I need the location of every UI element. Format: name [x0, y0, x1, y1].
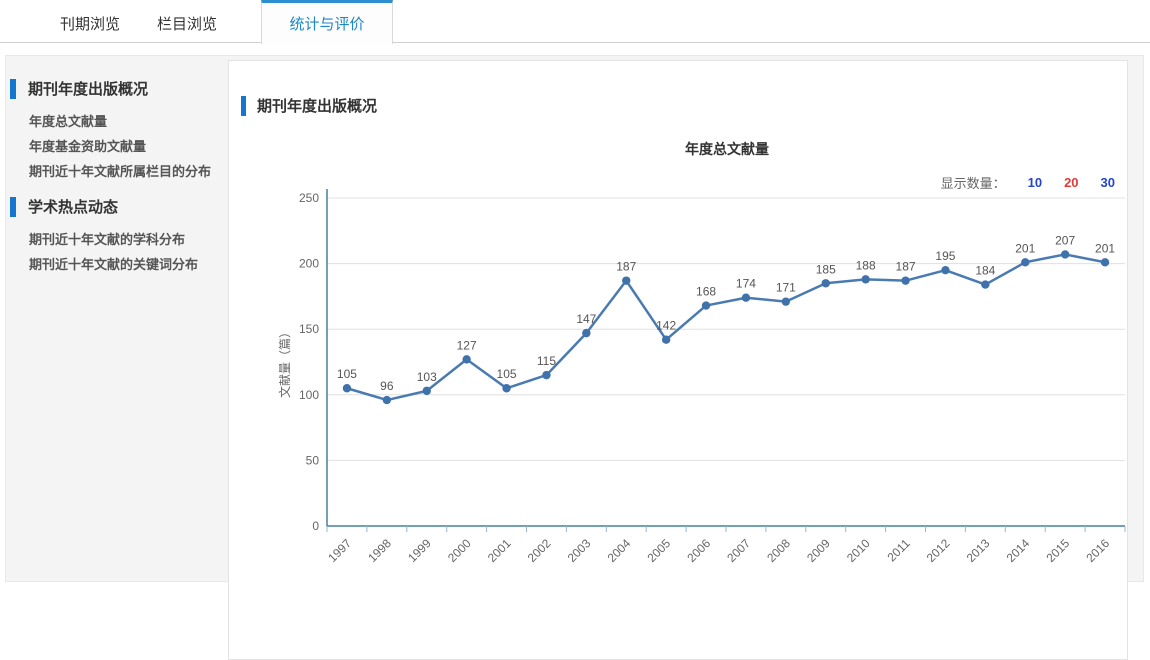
- display-count-option-10[interactable]: 10: [1028, 175, 1042, 190]
- data-point[interactable]: [1101, 258, 1109, 266]
- point-value-label: 127: [457, 338, 477, 352]
- point-value-label: 174: [736, 277, 756, 291]
- x-tick-label: 2009: [804, 536, 833, 565]
- x-tick-label: 2015: [1043, 536, 1072, 565]
- x-tick-label: 2003: [565, 536, 594, 565]
- y-tick-label: 100: [299, 388, 319, 402]
- y-axis-title: 文献量（篇）: [277, 326, 292, 398]
- tab-issue-browse[interactable]: 刊期浏览: [60, 13, 120, 34]
- data-point[interactable]: [1021, 258, 1029, 266]
- blue-bar-icon: [10, 197, 16, 217]
- point-value-label: 187: [616, 260, 636, 274]
- x-tick-label: 2002: [525, 536, 554, 565]
- sidebar-item-subject-distribution[interactable]: 期刊近十年文献的学科分布: [6, 227, 228, 252]
- sidebar-item-annual-funded-documents[interactable]: 年度基金资助文献量: [6, 134, 228, 159]
- data-point[interactable]: [782, 297, 790, 305]
- point-value-label: 96: [380, 379, 394, 393]
- data-point[interactable]: [981, 280, 989, 288]
- data-point[interactable]: [462, 355, 470, 363]
- point-value-label: 142: [656, 319, 676, 333]
- content-wrapper: 期刊年度出版概况 年度总文献量 年度基金资助文献量 期刊近十年文献所属栏目的分布…: [5, 55, 1144, 582]
- top-tab-bar: 刊期浏览 栏目浏览: [0, 0, 1150, 43]
- data-point[interactable]: [702, 301, 710, 309]
- y-tick-label: 50: [306, 453, 320, 467]
- sidebar-section-title: 期刊年度出版概况: [28, 78, 148, 99]
- data-point[interactable]: [742, 294, 750, 302]
- blue-bar-icon: [10, 79, 16, 99]
- x-tick-label: 1998: [365, 536, 394, 565]
- point-value-label: 147: [576, 312, 596, 326]
- data-point[interactable]: [822, 279, 830, 287]
- data-point[interactable]: [423, 387, 431, 395]
- x-tick-label: 2000: [445, 536, 474, 565]
- y-tick-label: 150: [299, 322, 319, 336]
- sidebar-gap: [6, 184, 228, 196]
- section-title: 期刊年度出版概况: [241, 95, 377, 116]
- data-point[interactable]: [542, 371, 550, 379]
- display-count-option-20[interactable]: 20: [1064, 175, 1078, 190]
- display-count-option-30[interactable]: 30: [1101, 175, 1115, 190]
- point-value-label: 105: [337, 367, 357, 381]
- x-tick-label: 2010: [844, 536, 873, 565]
- x-tick-label: 1999: [405, 536, 434, 565]
- point-value-label: 207: [1055, 233, 1075, 247]
- x-tick-label: 2001: [485, 536, 514, 565]
- point-value-label: 195: [935, 249, 955, 263]
- data-point[interactable]: [1061, 250, 1069, 258]
- data-point[interactable]: [383, 396, 391, 404]
- x-tick-label: 2008: [764, 536, 793, 565]
- x-tick-label: 2006: [684, 536, 713, 565]
- sidebar: 期刊年度出版概况 年度总文献量 年度基金资助文献量 期刊近十年文献所属栏目的分布…: [6, 56, 228, 277]
- x-tick-label: 2012: [924, 536, 953, 565]
- main-panel: 期刊年度出版概况 年度总文献量 显示数量： 10 20 30 050100150…: [228, 60, 1128, 660]
- sidebar-item-column-distribution[interactable]: 期刊近十年文献所属栏目的分布: [6, 159, 228, 184]
- x-tick-label: 2014: [1004, 536, 1033, 565]
- sidebar-item-annual-total-documents[interactable]: 年度总文献量: [6, 109, 228, 134]
- sidebar-section-title: 学术热点动态: [28, 196, 118, 217]
- x-tick-label: 2005: [644, 536, 673, 565]
- sidebar-item-keyword-distribution[interactable]: 期刊近十年文献的关键词分布: [6, 252, 228, 277]
- sidebar-section-academic-hotspots[interactable]: 学术热点动态: [10, 196, 228, 217]
- data-point[interactable]: [502, 384, 510, 392]
- point-value-label: 201: [1095, 241, 1115, 255]
- y-tick-label: 0: [312, 519, 319, 533]
- data-point[interactable]: [901, 276, 909, 284]
- point-value-label: 105: [497, 367, 517, 381]
- x-tick-label: 1997: [325, 536, 354, 565]
- annual-documents-line-chart: 0 50 100 150 200 250 文献量（篇） 1997 1998 1999 2000 200…: [229, 189, 1127, 589]
- point-value-label: 185: [816, 262, 836, 276]
- blue-bar-icon: [241, 96, 246, 116]
- data-point[interactable]: [941, 266, 949, 274]
- y-tick-label: 200: [299, 257, 319, 271]
- chart-title: 年度总文献量: [327, 139, 1127, 159]
- tab-statistics-label: 统计与评价: [289, 13, 364, 34]
- point-value-label: 188: [856, 258, 876, 272]
- x-tick-label: 2004: [605, 536, 634, 565]
- data-point[interactable]: [662, 335, 670, 343]
- data-point[interactable]: [861, 275, 869, 283]
- sidebar-section-publication-overview[interactable]: 期刊年度出版概况: [10, 78, 228, 99]
- x-tick-label: 2016: [1083, 536, 1112, 565]
- tab-column-browse[interactable]: 栏目浏览: [157, 13, 217, 34]
- x-tick-label: 2013: [964, 536, 993, 565]
- data-point[interactable]: [582, 329, 590, 337]
- point-value-label: 201: [1015, 241, 1035, 255]
- data-point[interactable]: [343, 384, 351, 392]
- y-tick-label: 250: [299, 191, 319, 205]
- point-value-label: 115: [537, 354, 556, 368]
- data-point[interactable]: [622, 276, 630, 284]
- point-value-label: 103: [417, 370, 437, 384]
- point-value-label: 184: [975, 264, 995, 278]
- section-title-text: 期刊年度出版概况: [257, 95, 377, 116]
- x-tick-label: 2007: [724, 536, 753, 565]
- point-value-label: 168: [696, 285, 716, 299]
- point-value-label: 187: [896, 260, 916, 274]
- point-value-label: 171: [776, 281, 796, 295]
- x-tick-label: 2011: [885, 536, 913, 564]
- tab-statistics-evaluation[interactable]: 统计与评价: [261, 0, 393, 44]
